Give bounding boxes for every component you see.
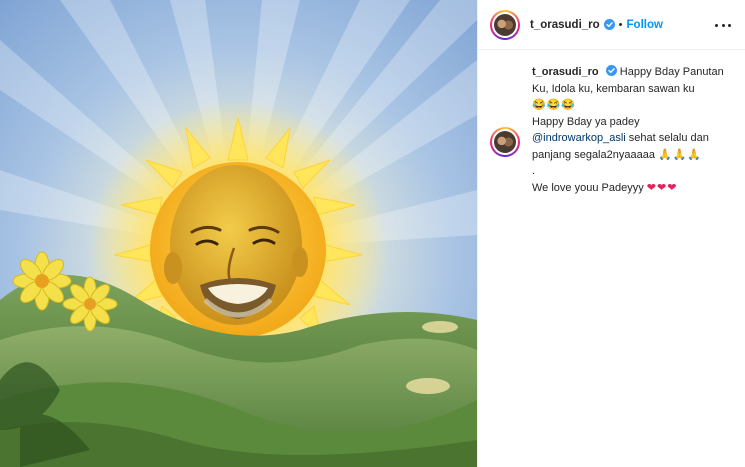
caption-line-4: We love youu Padeyyy	[532, 181, 644, 194]
sun-baby-illustration	[0, 0, 477, 467]
post-image[interactable]	[0, 0, 477, 467]
verified-badge-icon	[603, 19, 615, 30]
caption: t_orasudi_ro Happy Bday Panutan Ku, Idol…	[490, 64, 735, 196]
post-header: t_orasudi_ro • Follow	[478, 0, 745, 50]
mention-link[interactable]: @indrowarkop_asli	[532, 132, 626, 144]
avatar[interactable]	[490, 9, 520, 40]
instagram-post: t_orasudi_ro • Follow t_orasudi_ro Happy…	[0, 0, 745, 467]
caption-avatar[interactable]	[490, 127, 520, 157]
pray-emoji-icons: 🙏🙏🙏	[658, 148, 703, 161]
caption-line-2: Happy Bday ya padey	[532, 115, 640, 128]
verified-badge-icon	[605, 65, 617, 76]
flower-1	[12, 251, 72, 311]
heart-emoji-icons: ❤❤❤	[646, 181, 678, 194]
more-options-icon[interactable]	[715, 17, 731, 33]
avatar-image	[494, 13, 516, 36]
caption-text: t_orasudi_ro Happy Bday Panutan Ku, Idol…	[532, 64, 732, 196]
header-separator: •	[618, 18, 623, 31]
follow-button[interactable]: Follow	[627, 19, 663, 31]
caption-username[interactable]: t_orasudi_ro	[532, 66, 599, 78]
caption-dot: .	[532, 165, 536, 177]
header-username[interactable]: t_orasudi_ro	[530, 19, 600, 31]
post-sidebar: t_orasudi_ro • Follow t_orasudi_ro Happy…	[477, 0, 745, 467]
laugh-emoji-icons: 😂😂😂	[532, 99, 577, 111]
avatar-image	[494, 131, 516, 153]
